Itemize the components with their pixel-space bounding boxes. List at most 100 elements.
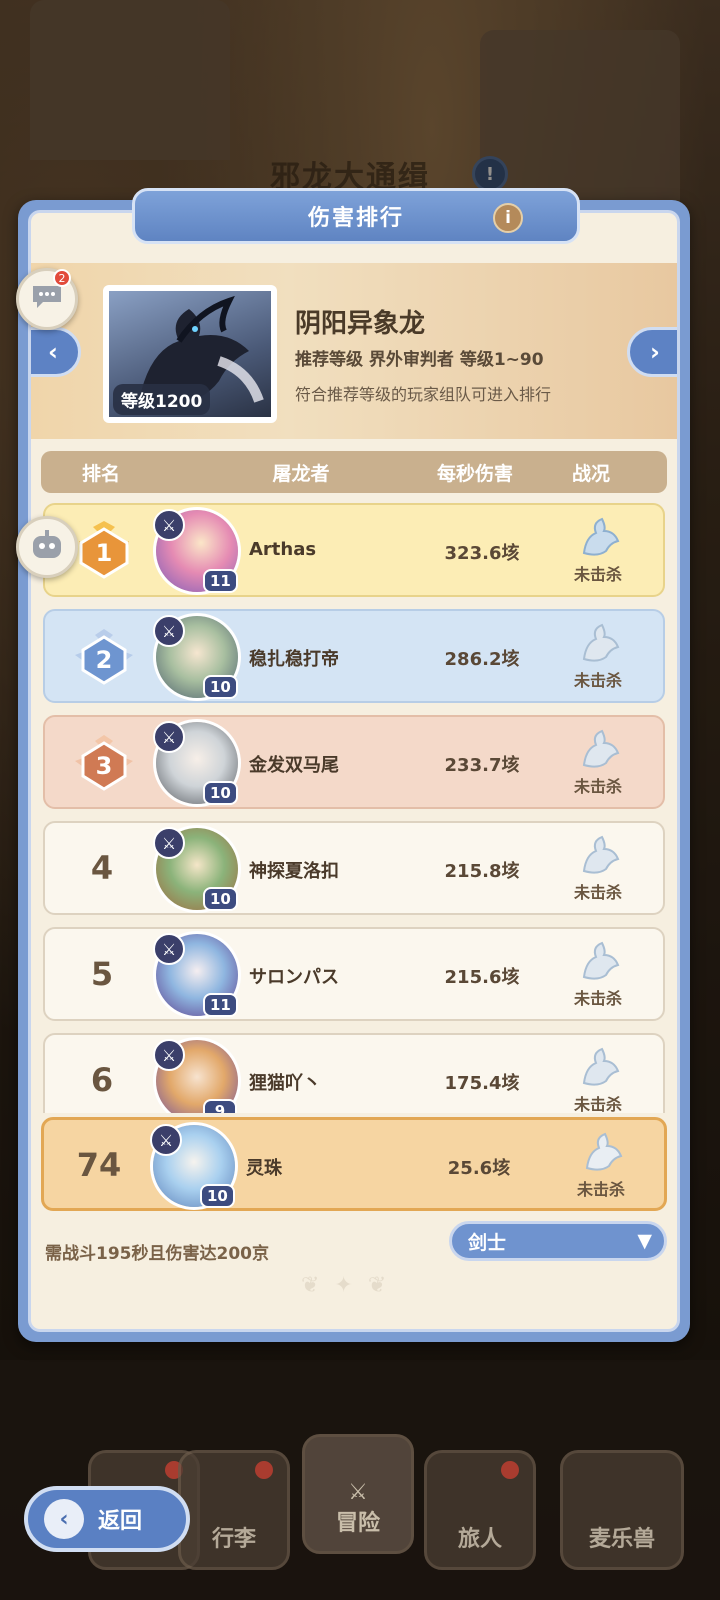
rank-number: 3 bbox=[96, 752, 113, 780]
my-battle-status: 未击杀 bbox=[556, 1128, 646, 1200]
battle-status: 未击杀 bbox=[553, 513, 643, 585]
level-tag: 11 bbox=[203, 993, 238, 1017]
dps-value: 175.4垓 bbox=[444, 1073, 520, 1094]
table-row[interactable]: 6 ⚔ 9 狸猫吖丶 175.4垓 未击杀 bbox=[43, 1033, 665, 1113]
dragon-icon bbox=[553, 725, 643, 773]
sword-icon: ⚔ bbox=[153, 933, 185, 965]
rank-number: 1 bbox=[96, 539, 113, 567]
table-row[interactable]: 3 ⚔ 10 金发双马尾 233.7垓 未击杀 bbox=[43, 715, 665, 809]
notification-dot bbox=[501, 1461, 519, 1479]
status-text: 未击杀 bbox=[573, 565, 622, 584]
chevron-down-icon: ▼ bbox=[637, 1230, 652, 1252]
class-select-dropdown[interactable]: 剑士 ▼ bbox=[449, 1221, 667, 1261]
player-name: サロンパス bbox=[249, 967, 339, 988]
my-level-tag: 10 bbox=[200, 1184, 235, 1208]
silver-medal-icon: 2 bbox=[75, 629, 133, 685]
nav-luggage[interactable]: 行李 bbox=[178, 1450, 290, 1570]
chat-icon bbox=[29, 282, 65, 316]
header-dps: 每秒伤害 bbox=[436, 462, 513, 485]
level-tag: 10 bbox=[203, 887, 238, 911]
nav-adventure[interactable]: ⚔ 冒险 bbox=[302, 1434, 414, 1554]
status-text: 未击杀 bbox=[573, 989, 622, 1008]
sword-icon: ⚔ bbox=[153, 509, 185, 541]
panel-title: 伤害排行 bbox=[307, 206, 404, 231]
status-text: 未击杀 bbox=[573, 671, 622, 690]
sword-icon: ⚔ bbox=[153, 1039, 185, 1071]
battle-status: 未击杀 bbox=[553, 1043, 643, 1113]
back-button[interactable]: ‹ 返回 bbox=[24, 1486, 190, 1552]
damage-ranking-panel: ‹ 等级1200 阴阳异象龙 推荐等级 界外审判者 等级1~90 符合推荐等级的… bbox=[18, 200, 690, 1342]
robot-icon bbox=[28, 528, 66, 566]
ranking-list[interactable]: 1 ⚔ 11 Arthas 323.6垓 未击杀 2 ⚔ 10 稳扎稳打帝 28… bbox=[43, 503, 665, 1113]
player-name: 神探夏洛扣 bbox=[249, 861, 339, 882]
chat-button[interactable]: 2 bbox=[16, 268, 78, 330]
nav-label: 行李 bbox=[211, 1527, 256, 1552]
boss-portrait: 等级1200 bbox=[103, 285, 277, 423]
level-tag: 11 bbox=[203, 569, 238, 593]
crossed-swords-icon: ⚔ bbox=[348, 1480, 368, 1505]
dragon-icon bbox=[553, 619, 643, 667]
player-name: 稳扎稳打帝 bbox=[249, 649, 339, 670]
gold-medal-icon: 1 bbox=[79, 521, 129, 579]
chevron-right-icon: › bbox=[650, 338, 660, 366]
nav-travelers[interactable]: 旅人 bbox=[424, 1450, 536, 1570]
table-row[interactable]: 4 ⚔ 10 神探夏洛扣 215.8垓 未击杀 bbox=[43, 821, 665, 915]
player-name: 金发双马尾 bbox=[249, 755, 339, 776]
level-tag: 10 bbox=[203, 675, 238, 699]
prev-boss-button[interactable]: ‹ bbox=[31, 327, 81, 377]
player-name: Arthas bbox=[249, 539, 317, 560]
table-row[interactable]: 2 ⚔ 10 稳扎稳打帝 286.2垓 未击杀 bbox=[43, 609, 665, 703]
rank-number: 5 bbox=[90, 955, 114, 993]
rank-number: 2 bbox=[96, 646, 113, 674]
my-ranking-row[interactable]: 74 ⚔ 10 灵珠 25.6垓 未击杀 bbox=[41, 1117, 667, 1211]
dps-value: 323.6垓 bbox=[444, 543, 520, 564]
level-tag: 10 bbox=[203, 781, 238, 805]
status-text: 未击杀 bbox=[576, 1180, 625, 1199]
boss-level: 等级1200 bbox=[113, 384, 211, 415]
next-boss-button[interactable]: › bbox=[627, 327, 677, 377]
boss-header: ‹ 等级1200 阴阳异象龙 推荐等级 界外审判者 等级1~90 符合推荐等级的… bbox=[31, 263, 677, 439]
nav-label: 冒险 bbox=[335, 1511, 380, 1536]
my-player-name: 灵珠 bbox=[246, 1158, 282, 1179]
player-name: 狸猫吖丶 bbox=[249, 1073, 321, 1094]
my-rank-number: 74 bbox=[76, 1146, 122, 1184]
ranking-requirement: 需战斗195秒且伤害达200京 bbox=[45, 1244, 269, 1264]
ranking-table-header: 排名 屠龙者 每秒伤害 战况 bbox=[41, 451, 667, 493]
dragon-icon bbox=[556, 1128, 646, 1176]
notification-dot bbox=[255, 1461, 273, 1479]
table-row[interactable]: 1 ⚔ 11 Arthas 323.6垓 未击杀 bbox=[43, 503, 665, 597]
nav-label: 麦乐兽 bbox=[588, 1527, 655, 1552]
back-arrow-icon: ‹ bbox=[44, 1499, 84, 1539]
dps-value: 215.6垓 bbox=[444, 967, 520, 988]
battle-status: 未击杀 bbox=[553, 619, 643, 691]
panel-content: ‹ 等级1200 阴阳异象龙 推荐等级 界外审判者 等级1~90 符合推荐等级的… bbox=[28, 210, 680, 1332]
header-status: 战况 bbox=[571, 462, 610, 485]
table-row[interactable]: 5 ⚔ 11 サロンパス 215.6垓 未击杀 bbox=[43, 927, 665, 1021]
boss-hint: 符合推荐等级的玩家组队可进入排行 bbox=[295, 385, 552, 404]
dragon-icon bbox=[553, 1043, 643, 1091]
nav-pets[interactable]: 麦乐兽 bbox=[560, 1450, 684, 1570]
rank-number: 6 bbox=[90, 1061, 114, 1099]
dps-value: 233.7垓 bbox=[444, 755, 520, 776]
pet-button[interactable] bbox=[16, 516, 78, 578]
my-dps-value: 25.6垓 bbox=[447, 1158, 511, 1179]
dps-value: 215.8垓 bbox=[444, 861, 520, 882]
dragon-icon bbox=[553, 831, 643, 879]
boss-recommendation: 推荐等级 界外审判者 等级1~90 bbox=[295, 350, 544, 370]
info-icon[interactable]: i bbox=[493, 203, 523, 233]
battle-status: 未击杀 bbox=[553, 725, 643, 797]
bronze-medal-icon: 3 bbox=[75, 735, 133, 791]
decorative-ornament: ❦ ✦ ❦ bbox=[301, 1273, 391, 1298]
dps-value: 286.2垓 bbox=[444, 649, 520, 670]
nav-label: 旅人 bbox=[457, 1527, 502, 1552]
chat-badge: 2 bbox=[53, 269, 71, 287]
dragon-icon bbox=[553, 513, 643, 561]
status-text: 未击杀 bbox=[573, 777, 622, 796]
rank-number: 4 bbox=[90, 849, 114, 887]
sword-icon: ⚔ bbox=[153, 827, 185, 859]
sword-icon: ⚔ bbox=[153, 615, 185, 647]
level-tag: 9 bbox=[203, 1099, 237, 1113]
status-text: 未击杀 bbox=[573, 1095, 622, 1113]
battle-status: 未击杀 bbox=[553, 937, 643, 1009]
status-text: 未击杀 bbox=[573, 883, 622, 902]
